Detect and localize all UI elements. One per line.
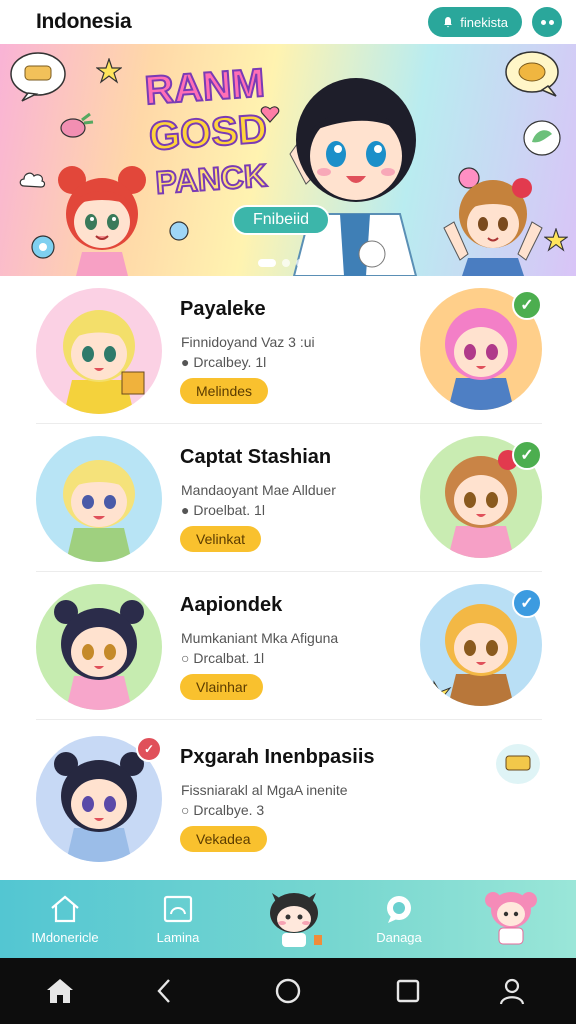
- item-tag-button[interactable]: Vlainhar: [180, 674, 264, 700]
- carousel-dot[interactable]: [296, 259, 304, 267]
- home-icon: [47, 979, 73, 1003]
- item-meta-text: Drcalbat. 1l: [193, 650, 265, 666]
- header-action-button[interactable]: finekista: [428, 7, 522, 37]
- item-title: Payaleke: [180, 298, 266, 320]
- food-sticker-icon: [496, 744, 540, 784]
- item-meta-text: Droelbat. 1l: [193, 502, 265, 518]
- app-root: Indonesia finekista RANM GOSD PANCK Fnib…: [0, 0, 576, 1024]
- avatar: [36, 436, 162, 562]
- nav-label: IMdonericle: [31, 929, 99, 945]
- system-recents-button[interactable]: [392, 975, 424, 1007]
- avatar: [36, 584, 162, 710]
- more-options-button[interactable]: [532, 7, 562, 37]
- dot-icon: [540, 19, 546, 25]
- cloud-sticker-icon: [19, 172, 46, 188]
- nav-item-chat[interactable]: Danaga: [366, 880, 432, 958]
- nav-label: Lamina: [156, 929, 200, 945]
- item-title: Pxgarah Inenbpasiis: [180, 746, 375, 768]
- red-hair-girl-illustration: [58, 166, 146, 276]
- carousel-dot-active[interactable]: [258, 259, 276, 267]
- recents-icon: [396, 979, 420, 1003]
- bottom-navigation: IMdonericle Lamina Danaga: [0, 880, 576, 958]
- nav-item-profile[interactable]: [476, 880, 546, 958]
- carousel-dot[interactable]: [282, 259, 290, 267]
- item-description: Mumkaniant Mka Afiguna: [181, 630, 339, 646]
- system-circle-home-button[interactable]: [272, 975, 304, 1007]
- back-icon: [157, 979, 170, 1003]
- food-sticker-icon: [10, 52, 66, 102]
- item-meta-text: Drcalbey. 1l: [193, 354, 267, 370]
- blonde-child-avatar-icon: [36, 436, 162, 562]
- character-list: Payaleke Finnidoyand Vaz 3 :ui ● Drcalbe…: [0, 276, 576, 880]
- vegetable-sticker-icon: [60, 112, 94, 138]
- system-navigation-bar: [0, 958, 576, 1024]
- list-item[interactable]: Captat Stashian Mandaoyant Mae Allduer ●…: [36, 424, 542, 572]
- item-meta: ○ Drcalbat. 1l: [181, 650, 265, 666]
- promo-banner[interactable]: RANM GOSD PANCK Fnibeiid: [0, 44, 576, 276]
- list-item[interactable]: ✓ Pxgarah Inenbpasiis Fissniarakl al Mga…: [36, 720, 542, 868]
- system-back-button[interactable]: [148, 975, 180, 1007]
- item-meta: ● Droelbat. 1l: [181, 502, 265, 518]
- nav-label: Danaga: [376, 929, 422, 945]
- item-description: Finnidoyand Vaz 3 :ui: [181, 334, 315, 350]
- item-meta: ○ Drcalbye. 3: [181, 802, 265, 818]
- item-meta-text: Drcalbye. 3: [193, 802, 265, 818]
- item-tag-button[interactable]: Vekadea: [180, 826, 267, 852]
- item-description: Mandaoyant Mae Allduer: [181, 482, 336, 498]
- notification-badge-icon: ✓: [136, 736, 162, 762]
- header-action-label: finekista: [460, 14, 508, 30]
- dark-hair-girl-avatar-icon: [36, 584, 162, 710]
- carousel-indicator: [258, 259, 318, 267]
- profile-icon: [499, 978, 525, 1005]
- leaf-bubble-sticker-icon: [523, 120, 561, 156]
- dot-icon: [548, 19, 554, 25]
- list-item[interactable]: Payaleke Finnidoyand Vaz 3 :ui ● Drcalbe…: [36, 276, 542, 424]
- orange-hair-boy-illustration: [443, 178, 543, 276]
- nav-item-center[interactable]: [256, 880, 332, 958]
- header-actions: finekista: [428, 7, 562, 37]
- girl-mascot-icon: [485, 892, 537, 945]
- bell-icon: [444, 17, 453, 28]
- list-item[interactable]: Aapiondek Mumkaniant Mka Afiguna ○ Drcal…: [36, 572, 542, 720]
- verified-check-icon: ✓: [512, 588, 542, 618]
- dark-hair-boy-illustration: [289, 78, 418, 276]
- nav-item-gallery[interactable]: Lamina: [145, 880, 211, 958]
- flower-small-sticker-icon: [169, 221, 189, 241]
- nav-item-home[interactable]: IMdonericle: [30, 880, 100, 958]
- item-title: Aapiondek: [180, 594, 283, 616]
- blonde-boy-avatar-icon: [36, 288, 162, 414]
- app-title: Indonesia: [36, 10, 132, 33]
- cat-mascot-icon: [270, 893, 322, 947]
- item-tag-button[interactable]: Velinkat: [180, 526, 262, 552]
- item-meta: ● Drcalbey. 1l: [181, 354, 267, 370]
- banner-cta-button[interactable]: Fnibeiid: [232, 205, 330, 235]
- verified-check-icon: ✓: [512, 290, 542, 320]
- item-title: Captat Stashian: [180, 446, 332, 468]
- system-home-button[interactable]: [44, 975, 76, 1007]
- top-header: Indonesia finekista: [0, 0, 576, 44]
- home-outline-icon: [51, 895, 79, 922]
- verified-check-icon: ✓: [512, 440, 542, 470]
- chat-bubble-icon: [387, 895, 411, 923]
- picture-frame-icon: [163, 895, 193, 922]
- food-bubble-sticker-icon: [505, 51, 559, 97]
- carousel-dot[interactable]: [310, 259, 318, 267]
- system-profile-button[interactable]: [496, 975, 528, 1007]
- avatar: [36, 288, 162, 414]
- item-description: Fissniarakl al MgaA inenite: [181, 782, 348, 798]
- item-tag-button[interactable]: Melindes: [180, 378, 269, 404]
- circle-home-icon: [275, 978, 301, 1004]
